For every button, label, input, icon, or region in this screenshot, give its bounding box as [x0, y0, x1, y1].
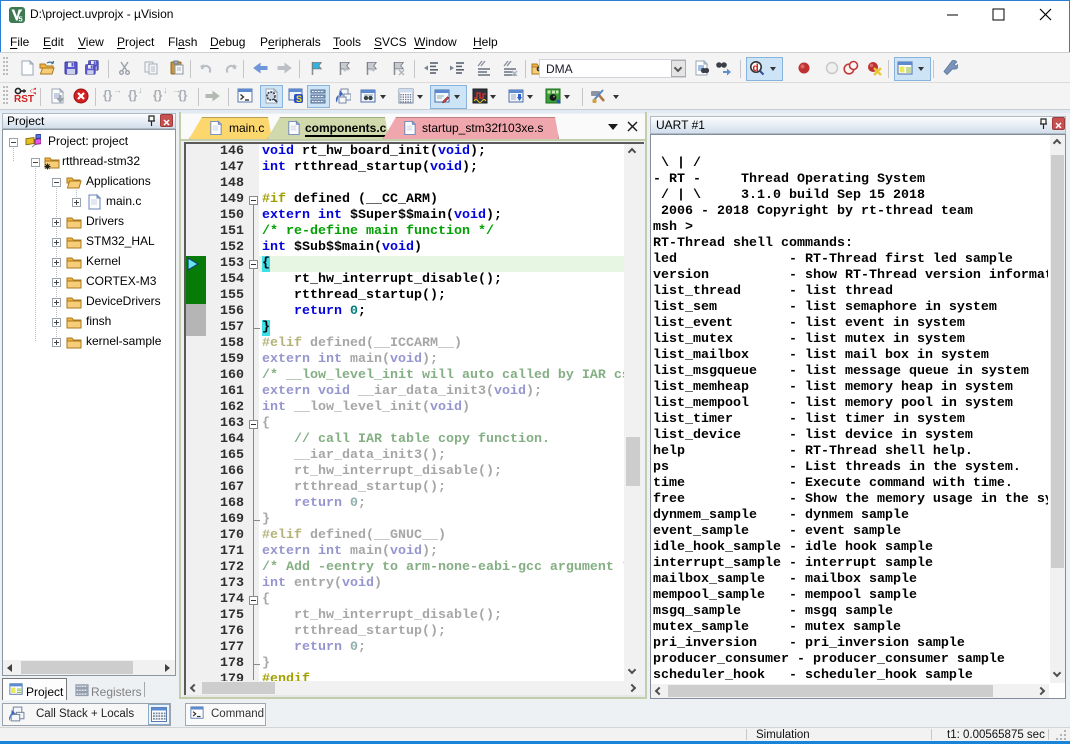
svg-text:S: S — [296, 94, 302, 104]
svg-text:5: 5 — [19, 15, 23, 24]
svg-text:d: d — [753, 63, 759, 74]
